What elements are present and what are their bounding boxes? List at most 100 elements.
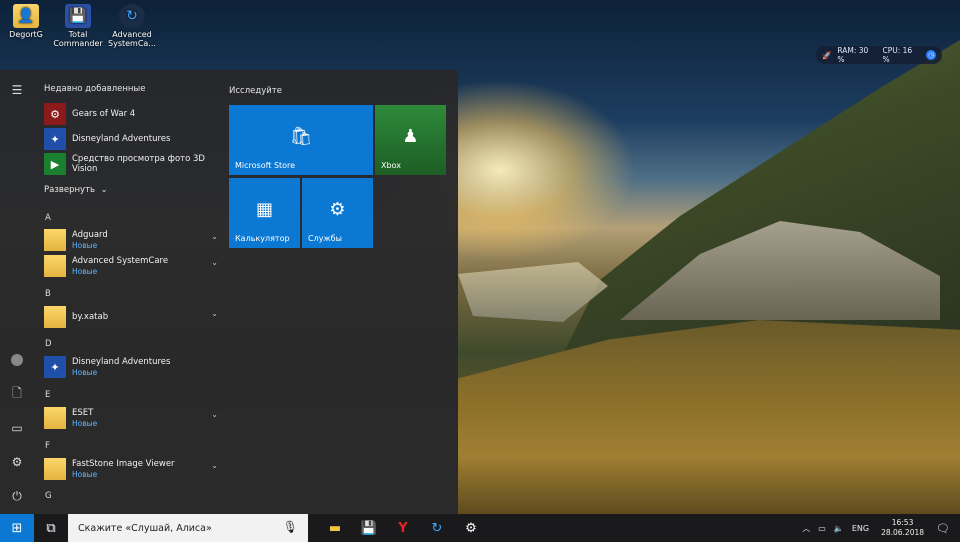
rocket-icon: 🚀 (822, 50, 832, 60)
new-badge: Новые (72, 267, 98, 276)
app-name: Advanced SystemCare (72, 256, 169, 266)
app-faststone-image-viewer[interactable]: FastStone Image Viewer Новые ⌄ (44, 457, 220, 481)
chevron-down-icon[interactable]: ⌄ (211, 258, 218, 267)
folder-icon (44, 306, 66, 328)
tile-label: Калькулятор (235, 234, 290, 243)
app-advanced-systemcare[interactable]: Advanced SystemCare Новые ⌄ (44, 254, 220, 278)
desktop-icon-advanced-systemcare[interactable]: ↻ Advanced SystemCa... (102, 4, 162, 48)
search-box[interactable]: Скажите «Слушай, Алиса» 🎙 (68, 514, 308, 542)
folder-icon (44, 407, 66, 429)
pictures-icon[interactable]: ▭ (9, 420, 25, 436)
new-badge: Новые (72, 368, 98, 377)
folder-user-icon: 👤 (13, 4, 39, 28)
app-name: Disneyland Adventures (72, 134, 171, 144)
group-letter-f[interactable]: F (45, 441, 50, 451)
microphone-icon[interactable]: 🎙 (283, 520, 298, 534)
app-name: Adguard (72, 230, 108, 240)
speaker-icon[interactable]: 🔈 (834, 524, 844, 533)
app-name: Gears of War 4 (72, 109, 136, 119)
app-gears-of-war-4[interactable]: ⚙ Gears of War 4 (44, 102, 220, 126)
app-3d-vision-viewer[interactable]: ▶ Средство просмотра фото 3D Vision (44, 152, 220, 176)
app-disneyland-adventures[interactable]: ✦ Disneyland Adventures Новые (44, 355, 220, 379)
app-name: Disneyland Adventures (72, 357, 171, 367)
floppy-disk-icon: 💾 (360, 520, 378, 536)
tile-label: Xbox (381, 161, 401, 170)
app-name: FastStone Image Viewer (72, 459, 175, 469)
group-letter-b[interactable]: B (45, 289, 51, 299)
app-name: Средство просмотра фото 3D Vision (72, 154, 205, 174)
chevron-up-icon[interactable]: ︿ (802, 523, 810, 534)
power-icon[interactable]: ⏻ (9, 488, 25, 504)
taskbar-advanced-systemcare[interactable]: ↻ (420, 514, 454, 542)
user-account-icon[interactable] (9, 352, 25, 368)
disneyland-icon: ✦ (44, 128, 66, 150)
tile-label: Microsoft Store (235, 161, 296, 170)
settings-gear-icon[interactable]: ⚙ (9, 454, 25, 470)
systemcare-icon: ↻ (119, 4, 145, 28)
system-monitor-widget[interactable]: 🚀 RAM: 30 % CPU: 16 % ◷ (816, 46, 942, 64)
network-icon[interactable]: ▭ (818, 524, 826, 533)
tiles-group-title: Исследуйте (229, 86, 282, 96)
documents-icon[interactable]: 🗋 (9, 386, 25, 402)
tile-microsoft-store[interactable]: 🛍 Microsoft Store (229, 105, 373, 175)
new-badge: Новые (72, 241, 98, 250)
chevron-down-icon[interactable]: ⌄ (211, 410, 218, 419)
group-letter-d[interactable]: D (45, 339, 52, 349)
floppy-disk-icon: 💾 (65, 4, 91, 28)
hamburger-menu-icon[interactable]: ☰ (9, 82, 25, 98)
start-button[interactable]: ⊞ (0, 514, 34, 542)
shopping-bag-icon: 🛍 (289, 125, 313, 147)
taskbar-settings[interactable]: ⚙ (454, 514, 488, 542)
app-by-xatab[interactable]: by.xatab ⌄ (44, 305, 220, 329)
chevron-down-icon[interactable]: ⌄ (211, 232, 218, 241)
new-badge: Новые (72, 419, 98, 428)
tile-xbox[interactable]: ♟ Xbox (375, 105, 446, 175)
language-indicator[interactable]: ENG (852, 524, 869, 533)
taskbar-total-commander[interactable]: 💾 (352, 514, 386, 542)
group-letter-g[interactable]: G (45, 491, 52, 501)
chevron-down-icon[interactable]: ⌄ (211, 309, 218, 318)
desktop-icon-label: Advanced SystemCa... (108, 30, 156, 48)
app-disneyland-adventures-recent[interactable]: ✦ Disneyland Adventures (44, 127, 220, 151)
systemcare-icon: ↻ (431, 520, 443, 536)
file-explorer-icon: ▬ (328, 520, 342, 536)
task-view-button[interactable]: ⧉ (34, 514, 68, 542)
windows-logo-icon: ⊞ (11, 520, 23, 536)
gears-icon: ⚙ (329, 198, 346, 220)
notification-center-icon[interactable]: 🗨 (936, 522, 950, 535)
group-letter-a[interactable]: A (45, 213, 51, 223)
disneyland-icon: ✦ (44, 356, 66, 378)
app-name: by.xatab (72, 312, 109, 322)
clock-time: 16:53 (891, 518, 914, 527)
tile-calculator[interactable]: ▦ Калькулятор (229, 178, 300, 248)
chevron-down-icon: ⌄ (97, 185, 108, 195)
app-eset[interactable]: ESET Новые ⌄ (44, 406, 220, 430)
3d-vision-icon: ▶ (44, 153, 66, 175)
taskbar-explorer[interactable]: ▬ (318, 514, 352, 542)
folder-icon (44, 255, 66, 277)
app-list: Недавно добавленные ⚙ Gears of War 4 ✦ D… (34, 70, 220, 514)
taskbar: ⊞ ⧉ Скажите «Слушай, Алиса» 🎙 ▬ 💾 Y ↻ ⚙ … (0, 514, 960, 542)
recent-title: Недавно добавленные (44, 84, 146, 94)
cpu-readout: CPU: 16 % (882, 46, 913, 64)
expand-button[interactable]: Развернуть ⌄ (44, 185, 108, 195)
desktop-icon-total-commander[interactable]: 💾 Total Commander (48, 4, 108, 48)
chevron-down-icon[interactable]: ⌄ (211, 461, 218, 470)
gears-of-war-icon: ⚙ (44, 103, 66, 125)
tile-services[interactable]: ⚙ Службы (302, 178, 373, 248)
taskbar-yandex-browser[interactable]: Y (386, 514, 420, 542)
folder-icon (44, 458, 66, 480)
task-view-icon: ⧉ (46, 520, 56, 536)
app-adguard[interactable]: Adguard Новые ⌄ (44, 228, 220, 252)
speedometer-icon[interactable]: ◷ (926, 50, 936, 60)
folder-icon (44, 229, 66, 251)
ram-readout: RAM: 30 % (837, 46, 869, 64)
xbox-characters-icon: ♟ (402, 125, 419, 147)
desktop-icon-label: Total Commander (53, 30, 103, 48)
system-tray: ︿ ▭ 🔈 ENG 16:53 28.06.2018 🗨 (798, 514, 960, 542)
settings-gear-icon: ⚙ (465, 520, 477, 536)
yandex-browser-icon: Y (398, 520, 408, 536)
clock[interactable]: 16:53 28.06.2018 (881, 518, 924, 538)
group-letter-e[interactable]: E (45, 390, 50, 400)
calculator-icon: ▦ (255, 198, 273, 220)
